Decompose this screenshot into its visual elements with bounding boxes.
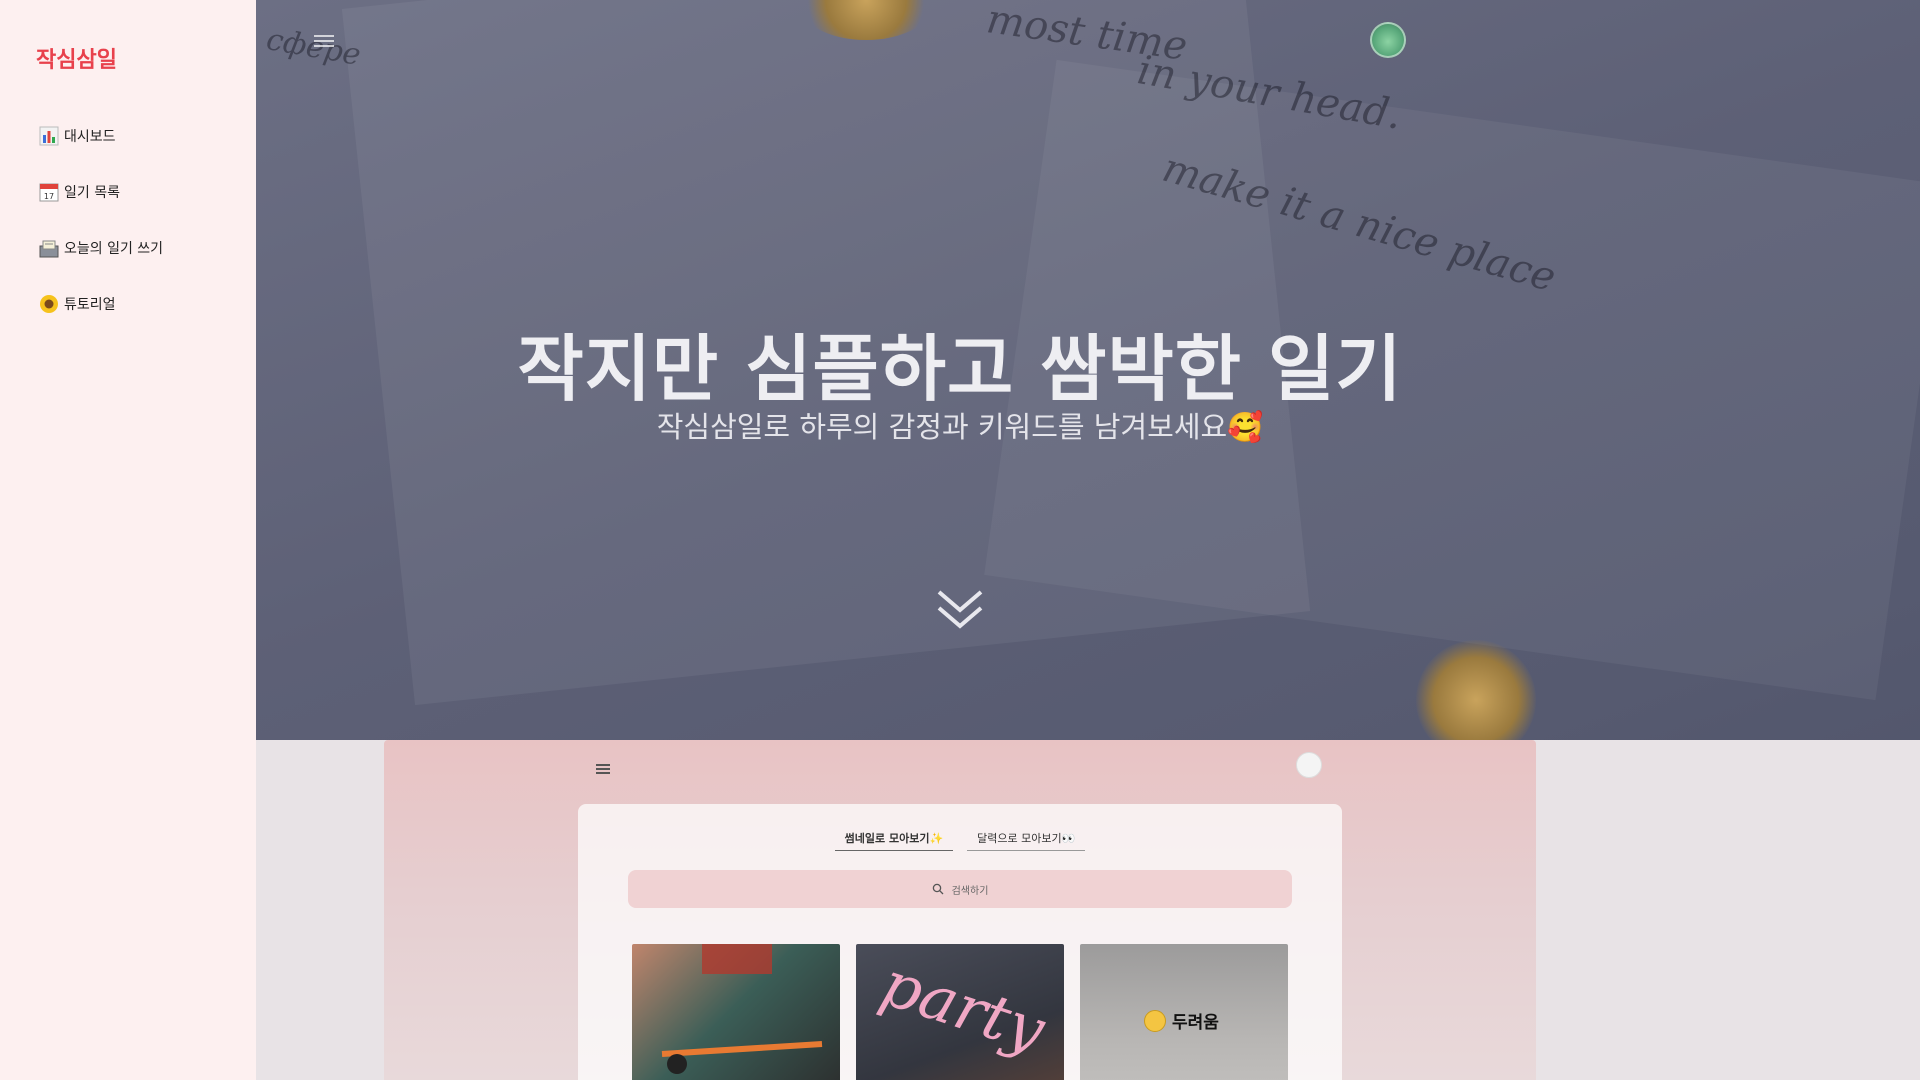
sidebar-item-diary-list[interactable]: 17 일기 목록 [38,164,163,220]
preview-search-bar[interactable]: 검색하기 [628,870,1292,908]
sidebar-item-dashboard[interactable]: 대시보드 [38,108,163,164]
sidebar-item-tutorial[interactable]: 튜토리얼 [38,276,163,332]
diary-card[interactable]: 두려움 [1080,944,1288,1080]
avatar[interactable] [1370,22,1406,58]
bicycle-photo [661,944,823,1074]
mood-label: 두려움 [1144,1008,1219,1033]
fearful-face-icon [1144,1009,1166,1032]
sidebar-item-label: 대시보드 [64,129,116,145]
sidebar: 작심삼일 대시보드 17 일기 목록 오늘의 일기 쓰기 튜토리얼 [0,0,256,1080]
calendar-icon: 17 [38,181,60,203]
bar-chart-icon [38,125,60,147]
hero-section: сфере most time in your head. make it a … [256,0,1920,1080]
preview-card-grid: party 두려움 [632,944,1288,1080]
sidebar-item-label: 일기 목록 [64,185,120,201]
svg-text:17: 17 [44,192,54,201]
brand-logo[interactable]: 작심삼일 [36,42,117,74]
hamburger-menu-icon[interactable] [314,32,334,50]
scroll-down-chevron-icon[interactable] [935,588,985,632]
search-placeholder: 검색하기 [951,885,989,897]
tab-thumbnail[interactable]: 썸네일로 모아보기✨ [834,830,954,851]
app-preview: 썸네일로 모아보기✨ 달력으로 모아보기👀 검색하기 party 두려움 [384,740,1536,1080]
sidebar-item-label: 오늘의 일기 쓰기 [64,241,164,257]
hero-subtitle: 작심삼일로 하루의 감정과 키워드를 남겨보세요🥰 [656,410,1264,444]
preview-avatar [1296,752,1322,778]
sunflower-icon [38,293,60,315]
party-neon-text: party [872,946,1054,1067]
search-icon [932,883,944,895]
card-box-icon [38,237,60,259]
sidebar-item-write-today[interactable]: 오늘의 일기 쓰기 [38,220,163,276]
hero-title: 작지만 심플하고 쌈박한 일기 [517,327,1403,411]
sidebar-nav: 대시보드 17 일기 목록 오늘의 일기 쓰기 튜토리얼 [38,108,163,332]
sidebar-item-label: 튜토리얼 [64,297,116,313]
preview-tabs: 썸네일로 모아보기✨ 달력으로 모아보기👀 [578,830,1342,851]
preview-panel: 썸네일로 모아보기✨ 달력으로 모아보기👀 검색하기 party 두려움 [578,804,1342,1080]
preview-menu-icon [596,762,610,776]
diary-card[interactable]: party [856,944,1064,1080]
diary-card[interactable] [632,944,840,1080]
tab-calendar[interactable]: 달력으로 모아보기👀 [967,830,1086,851]
mood-text: 두려움 [1172,1013,1219,1033]
